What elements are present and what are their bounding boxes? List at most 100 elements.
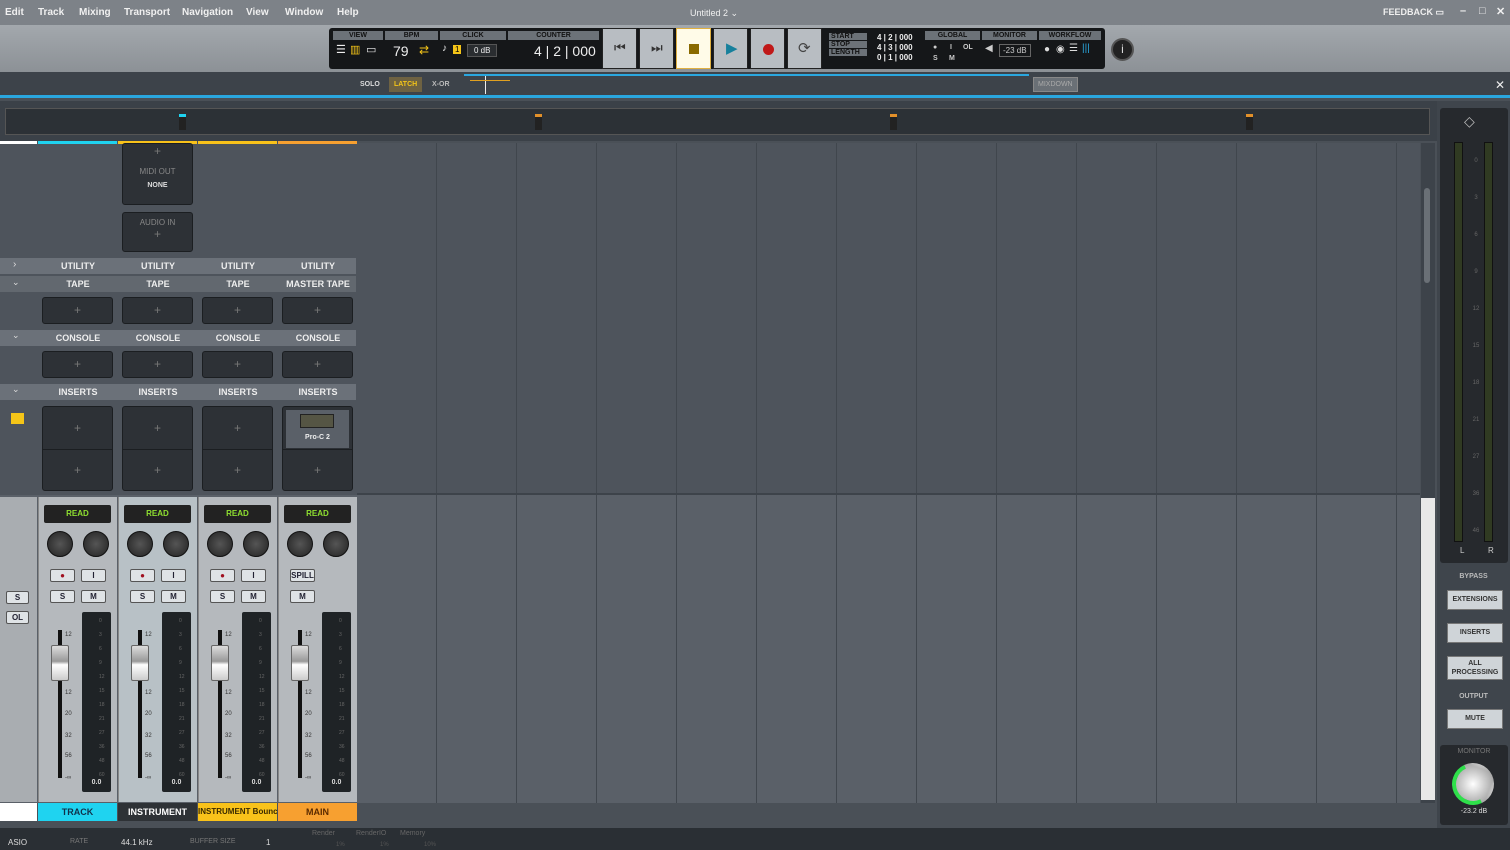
global-record-icon[interactable]: ● [933, 44, 937, 51]
sample-rate-select[interactable]: 44.1 kHz [121, 838, 153, 847]
rewind-button[interactable]: ⏮ [602, 28, 637, 69]
chevron-right-icon[interactable]: › [13, 259, 16, 270]
stop-button[interactable] [676, 28, 711, 69]
fader-value[interactable]: 0.0 [322, 779, 351, 786]
overview-marker[interactable] [890, 114, 897, 130]
bpm-value[interactable]: 79 [393, 43, 409, 59]
channel-name[interactable]: MAIN [278, 803, 357, 821]
fader-value[interactable]: 0.0 [162, 779, 191, 786]
add-console-slot[interactable]: + [282, 351, 353, 378]
add-insert-icon[interactable]: + [123, 463, 192, 477]
output-mute-button[interactable]: MUTE [1447, 709, 1503, 729]
session-title[interactable]: Untitled 2 ⌄ [690, 8, 738, 19]
automation-mode-button[interactable]: READ [44, 505, 111, 523]
midi-out-value[interactable]: NONE [123, 182, 192, 189]
menu-navigation[interactable]: Navigation [182, 7, 233, 18]
workflow-list-icon[interactable]: ☰ [1069, 43, 1078, 54]
add-insert-icon[interactable]: + [283, 463, 352, 477]
workflow-circle-icon[interactable]: ● [1044, 44, 1050, 55]
speaker-icon[interactable]: ◀ [985, 43, 993, 54]
start-value[interactable]: 4 | 2 | 000 [877, 33, 922, 43]
latch-button[interactable]: LATCH [389, 77, 423, 92]
bypass-extensions-button[interactable]: EXTENSIONS [1447, 590, 1503, 610]
ol-button[interactable]: OL [6, 611, 29, 624]
chevron-down-icon[interactable]: ⌄ [12, 384, 20, 395]
xor-button[interactable]: X-OR [432, 81, 450, 88]
menu-view[interactable]: View [246, 7, 269, 18]
length-value[interactable]: 0 | 1 | 000 [877, 53, 922, 63]
fader-value[interactable]: 0.0 [82, 779, 111, 786]
channel-name[interactable]: TRACK [38, 803, 117, 821]
menu-track[interactable]: Track [38, 7, 64, 18]
scrollbar-lower[interactable] [1421, 498, 1435, 800]
global-ol-button[interactable]: OL [963, 44, 973, 51]
add-console-slot[interactable]: + [122, 351, 193, 378]
add-insert-icon[interactable]: + [123, 421, 192, 435]
pan-knob-right[interactable] [163, 531, 189, 557]
automation-mode-button[interactable]: READ [204, 505, 271, 523]
global-mute-button[interactable]: M [949, 55, 955, 62]
playhead[interactable] [485, 76, 486, 94]
maximize-icon[interactable]: □ [1479, 5, 1486, 17]
close-icon[interactable]: ✕ [1496, 5, 1505, 18]
add-audio-in-icon[interactable]: + [123, 227, 192, 241]
mute-button[interactable]: M [290, 590, 315, 603]
mute-button[interactable]: M [81, 590, 106, 603]
solo-button[interactable]: S [50, 590, 75, 603]
list-view-icon[interactable]: ☰ [336, 43, 346, 56]
buffer-size-select[interactable]: 1 [266, 838, 270, 847]
global-solo-clear-button[interactable]: S [6, 591, 29, 604]
scrollbar[interactable] [1421, 143, 1435, 803]
monitor-level[interactable]: -23 dB [999, 44, 1031, 57]
stop-value[interactable]: 4 | 3 | 000 [877, 43, 922, 53]
mute-button[interactable]: M [161, 590, 186, 603]
monitor-volume-knob[interactable] [1446, 757, 1500, 811]
workflow-mixer-icon[interactable]: ||| [1082, 43, 1090, 54]
chevron-down-icon[interactable]: ⌄ [12, 330, 20, 341]
metronome-icon[interactable]: ♪ [442, 43, 447, 54]
chevron-down-icon[interactable]: ⌄ [12, 277, 20, 288]
volume-fader[interactable] [211, 645, 229, 681]
automation-mode-button[interactable]: READ [124, 505, 191, 523]
add-insert-icon[interactable]: + [43, 463, 112, 477]
menu-help[interactable]: Help [337, 7, 359, 18]
midi-out-box[interactable]: + MIDI OUT NONE [122, 143, 193, 205]
channel-name[interactable]: INSTRUMENT Bounce [198, 803, 277, 821]
inserts-toggle-icon[interactable] [11, 413, 24, 424]
info-icon[interactable]: i [1111, 38, 1134, 61]
spill-button[interactable]: SPILL [290, 569, 315, 582]
pan-knob-right[interactable] [243, 531, 269, 557]
overview-marker[interactable] [179, 114, 186, 130]
global-solo-button[interactable]: S [933, 55, 938, 62]
add-insert-icon[interactable]: + [43, 421, 112, 435]
add-tape-slot[interactable]: + [42, 297, 113, 324]
add-tape-slot[interactable]: + [202, 297, 273, 324]
fader-value[interactable]: 0.0 [242, 779, 271, 786]
scrollbar-thumb[interactable] [1424, 188, 1430, 283]
input-monitor-button[interactable]: I [161, 569, 186, 582]
pan-knob-left[interactable] [127, 531, 153, 557]
menu-window[interactable]: Window [285, 7, 323, 18]
forward-button[interactable]: ⏭ [639, 28, 674, 69]
mixer-view-icon[interactable]: ▥ [350, 43, 360, 56]
add-insert-icon[interactable]: + [203, 421, 272, 435]
add-midi-icon[interactable]: + [123, 144, 192, 158]
audio-driver[interactable]: ASIO [8, 838, 27, 847]
add-tape-slot[interactable]: + [122, 297, 193, 324]
close-panel-icon[interactable]: ✕ [1495, 78, 1505, 92]
volume-fader[interactable] [51, 645, 69, 681]
menu-mixing[interactable]: Mixing [79, 7, 111, 18]
record-arm-button[interactable]: ● [130, 569, 155, 582]
volume-fader[interactable] [131, 645, 149, 681]
counter-value[interactable]: 4 | 2 | 000 [534, 43, 596, 59]
global-input-button[interactable]: I [950, 44, 952, 51]
overview-marker[interactable] [535, 114, 542, 130]
pan-knob-right[interactable] [83, 531, 109, 557]
solo-button[interactable]: S [210, 590, 235, 603]
record-arm-button[interactable]: ● [50, 569, 75, 582]
pan-knob-right[interactable] [323, 531, 349, 557]
pan-knob-left[interactable] [207, 531, 233, 557]
menu-edit[interactable]: Edit [5, 7, 24, 18]
add-tape-slot[interactable]: + [282, 297, 353, 324]
workflow-knob-icon[interactable]: ◉ [1056, 44, 1065, 55]
